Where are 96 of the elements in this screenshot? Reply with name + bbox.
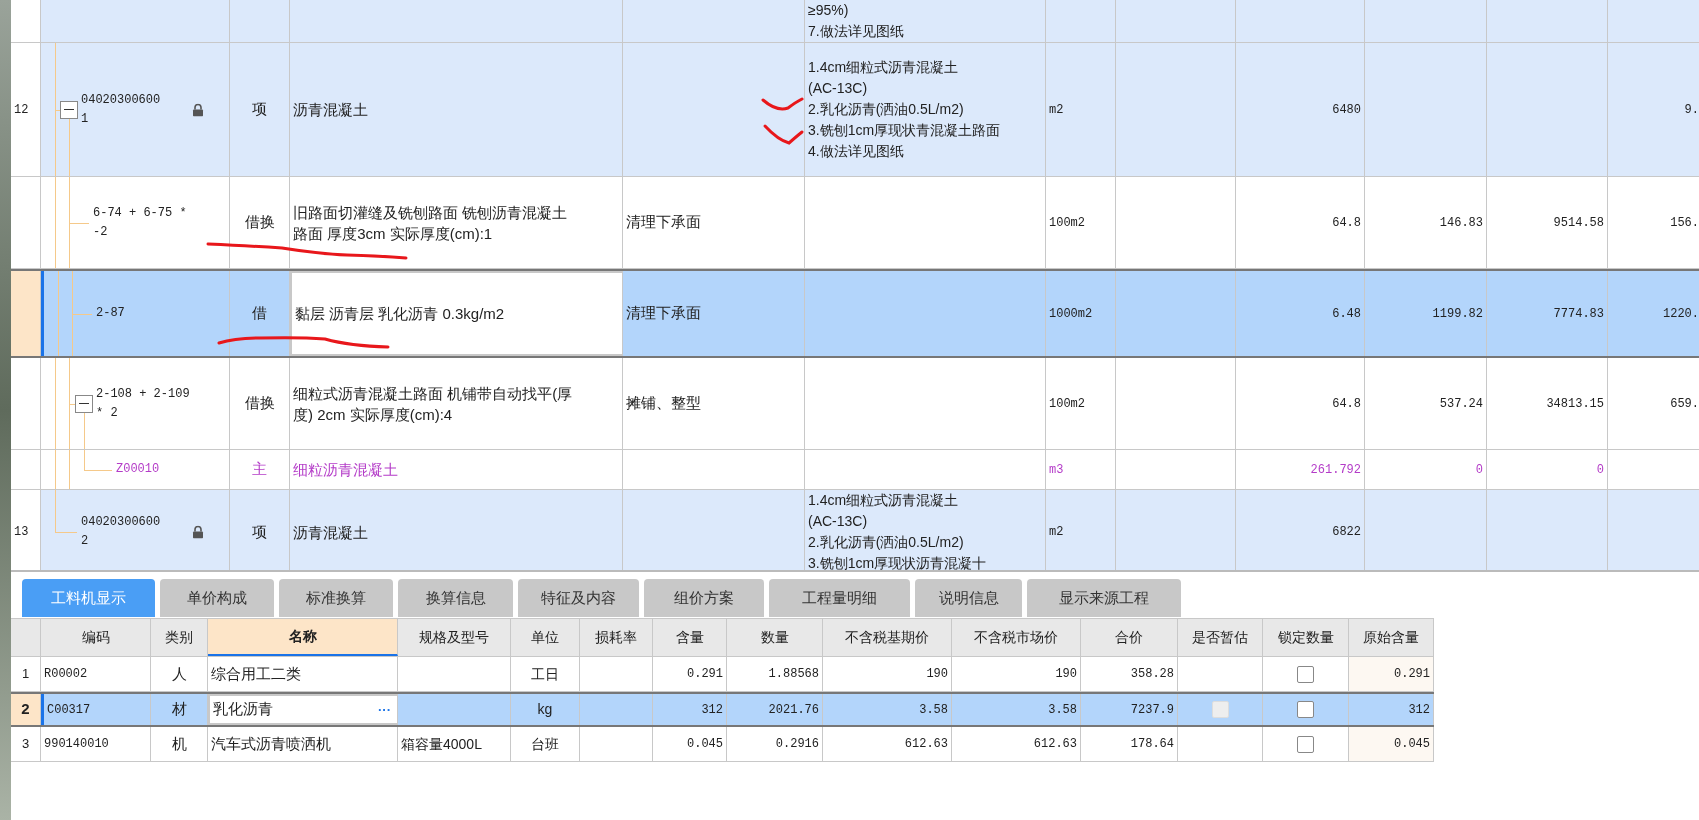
table-cell: 100m2	[1046, 177, 1116, 268]
table-cell: 0.291	[1349, 657, 1434, 691]
tab[interactable]: 特征及内容	[518, 579, 639, 617]
code-text: 2-108 + 2-109 * 2	[96, 385, 191, 422]
code-text: 040203006002	[81, 514, 162, 550]
table-cell: 借	[230, 271, 290, 356]
row-number: 2	[11, 694, 41, 725]
column-header[interactable]: 损耗率	[580, 619, 653, 656]
table-cell: 6.48	[1236, 271, 1365, 356]
table-row[interactable]: 2 C00317 材 乳化沥青 ··· kg 312 2021.76 3.58 3.58 7237.9 312	[11, 692, 1434, 727]
table-row[interactable]: ≥95%) 7.做法详见图纸	[11, 0, 1699, 43]
table-cell: 沥青混凝土	[290, 43, 623, 176]
column-header[interactable]: 不含税基期价	[823, 619, 952, 656]
table-cell: 6480	[1236, 43, 1365, 176]
table-cell: 汽车式沥青喷洒机	[208, 727, 398, 761]
code-text: Z00010	[116, 461, 161, 478]
column-header[interactable]: 编码	[41, 619, 151, 656]
column-header[interactable]: 规格及型号	[398, 619, 511, 656]
column-header[interactable]: 是否暂估	[1178, 619, 1263, 656]
table-row[interactable]: 1 R00002 人 综合用工二类 工日 0.291 1.88568 190 190 358.28 0.291	[11, 657, 1434, 692]
checkbox[interactable]	[1297, 701, 1314, 718]
table-cell	[1046, 0, 1116, 42]
tab[interactable]: 工程量明细	[769, 579, 910, 617]
table-cell: 0.045	[1349, 727, 1434, 761]
table-cell: 箱容量4000L	[398, 727, 511, 761]
collapse-toggle[interactable]	[60, 100, 78, 119]
checkbox[interactable]	[1297, 735, 1314, 753]
table-cell: 黏层 沥青层 乳化沥青 0.3kg/m2	[290, 271, 623, 356]
table-cell: 1.4cm细粒式沥青混凝土 (AC-13C) 2.乳化沥青(洒油0.5L/m2) 3.铣刨1cm厚现状青混凝土路面 4.做法详见图纸	[805, 43, 1046, 176]
table-cell: m2	[1046, 490, 1116, 570]
table-cell: 清理下承面	[623, 271, 805, 356]
table-row[interactable]: 2-87 借 黏层 沥青层 乳化沥青 0.3kg/m2 清理下承面 1000m2 6.48 1199.82 7774.83 1220.	[11, 269, 1699, 358]
table-row[interactable]: 2-108 + 2-109 * 2 借换 细粒式沥青混凝土路面 机铺带自动找平(厚度) 2cm 实际厚度(cm):4 摊铺、整型 100m2 64.8 537.24 34813.15 659.	[11, 358, 1699, 450]
table-cell: 项	[230, 490, 290, 570]
code-text: 6-74 + 6-75 * -2	[93, 204, 188, 241]
tab[interactable]: 说明信息	[915, 579, 1022, 617]
table-cell: 项	[230, 43, 290, 176]
column-header[interactable]: 锁定数量	[1263, 619, 1349, 656]
table-cell: kg	[511, 694, 580, 725]
table-cell: 沥青混凝土	[290, 490, 623, 570]
table-cell: 1199.82	[1365, 271, 1487, 356]
table-cell: 3.58	[823, 694, 952, 725]
column-header[interactable]: 单位	[511, 619, 580, 656]
pen-stroke	[763, 124, 804, 145]
checkbox[interactable]	[1297, 665, 1314, 683]
table-cell: m2	[1046, 43, 1116, 176]
column-header[interactable]: 数量	[727, 619, 823, 656]
column-header[interactable]: 原始含量	[1349, 619, 1434, 656]
table-cell: 1000m2	[1046, 271, 1116, 356]
table-cell: 清理下承面	[623, 177, 805, 268]
column-header[interactable]: 不含税市场价	[952, 619, 1081, 656]
table-cell: 6822	[1236, 490, 1365, 570]
table-cell: 1220.	[1608, 271, 1699, 356]
table-cell: 7774.83	[1487, 271, 1608, 356]
collapse-toggle[interactable]	[75, 394, 93, 413]
table-cell	[230, 0, 290, 42]
table-row[interactable]: 13 040203006002 项 沥青混凝土 1.4cm细粒式沥青混凝土 (AC-13C) 2.乳化沥青(洒油0.5L/m2) 3.铣刨1cm厚现状沥青混凝十 m2 6822	[11, 490, 1699, 570]
table-cell: 细粒式沥青混凝土路面 机铺带自动找平(厚度) 2cm 实际厚度(cm):4	[290, 358, 623, 449]
table-row[interactable]: 6-74 + 6-75 * -2 借换 旧路面切灌缝及铣刨路面 铣刨沥青混凝土路面 厚度3cm 实际厚度(cm):1 清理下承面 100m2 64.8 146.83 9514.58 156.	[11, 177, 1699, 269]
table-row[interactable]: Z00010 主 细粒沥青混凝土 m3 261.792 0 0	[11, 450, 1699, 490]
table-cell: 材	[151, 694, 208, 725]
table-cell: 9.	[1608, 43, 1699, 176]
table-cell: 3.58	[952, 694, 1081, 725]
tab[interactable]: 显示来源工程	[1027, 579, 1181, 617]
column-header[interactable]: 名称	[208, 619, 398, 656]
table-cell: 312	[1349, 694, 1434, 725]
table-row[interactable]: 12 040203006001 项 沥青混凝土 1.4cm细粒式沥青混凝土 (AC-13C) 2.乳化沥青(洒油0.5L/m2) 3.铣刨1cm厚现状青混凝土路面 4.做法详见图纸 m2 6480 9.	[11, 43, 1699, 177]
table-cell: 摊铺、整型	[623, 358, 805, 449]
table-cell: 100m2	[1046, 358, 1116, 449]
tab[interactable]: 单价构成	[160, 579, 274, 617]
column-header[interactable]: 含量	[653, 619, 727, 656]
table-cell: 1.4cm细粒式沥青混凝土 (AC-13C) 2.乳化沥青(洒油0.5L/m2) 3.铣刨1cm厚现状沥青混凝十	[805, 490, 1046, 570]
table-cell: 综合用工二类	[208, 657, 398, 691]
row-number: 13	[11, 490, 41, 570]
column-header[interactable]: 类别	[151, 619, 208, 656]
table-cell: 旧路面切灌缝及铣刨路面 铣刨沥青混凝土路面 厚度3cm 实际厚度(cm):1	[290, 177, 623, 268]
table-row[interactable]: 3 990140010 机 汽车式沥青喷洒机 箱容量4000L 台班 0.045 0.2916 612.63 612.63 178.64 0.045	[11, 727, 1434, 762]
tab[interactable]: 组价方案	[644, 579, 764, 617]
table-cell: R00002	[41, 657, 151, 691]
table-cell: m3	[1046, 450, 1116, 489]
table-cell: ≥95%) 7.做法详见图纸	[805, 0, 1046, 42]
pen-stroke	[761, 97, 804, 111]
table-cell: 312	[653, 694, 727, 725]
more-button[interactable]: ···	[375, 699, 394, 720]
table-cell: 2021.76	[727, 694, 823, 725]
column-header[interactable]: 合价	[1081, 619, 1178, 656]
table-cell: C00317	[41, 694, 151, 725]
tab[interactable]: 换算信息	[398, 579, 513, 617]
table-cell: 990140010	[41, 727, 151, 761]
table-cell: 细粒沥青混凝土	[290, 450, 623, 489]
table-cell: 7237.9	[1081, 694, 1178, 725]
tab[interactable]: 标准换算	[279, 579, 393, 617]
row-number: 12	[11, 43, 41, 176]
code-text: 2-87	[96, 305, 126, 322]
field-value: 乳化沥青	[213, 699, 273, 720]
code-text: 040203006001	[81, 91, 162, 128]
